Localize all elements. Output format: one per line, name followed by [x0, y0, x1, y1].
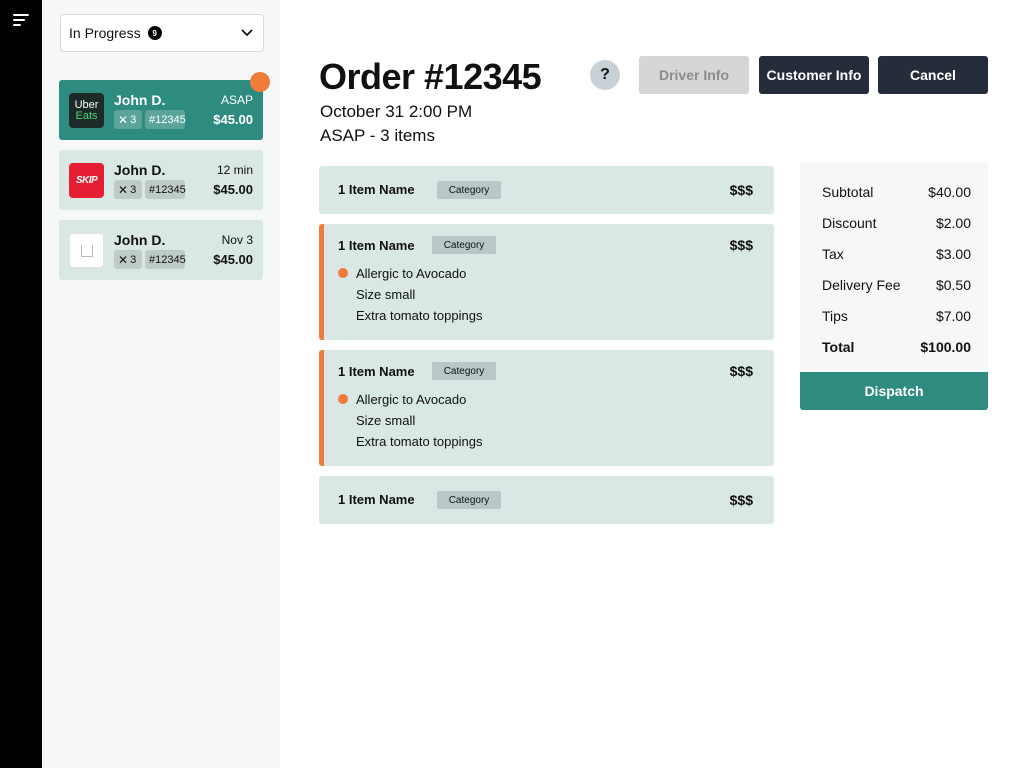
- nav-rail: [0, 0, 42, 768]
- item-modifier: Allergic to Avocado: [356, 392, 467, 407]
- new-order-indicator: [250, 72, 270, 92]
- order-item[interactable]: 1 Item Name Category $$$: [319, 476, 774, 524]
- order-card[interactable]: Uber Eats John D. ASAP ✕ 3 #12345 $45.00: [59, 72, 270, 140]
- chevron-down-icon: [241, 29, 253, 37]
- help-button[interactable]: ?: [590, 60, 620, 90]
- order-summary: ASAP - 3 items: [320, 126, 435, 145]
- uber-eats-logo-text-eats: Eats: [75, 109, 98, 122]
- orders-sidebar: In Progress 9 Uber Eats John D. ASAP ✕ 3 …: [42, 0, 280, 768]
- item-count-chip: ✕ 3: [114, 110, 142, 129]
- discount-row: Discount $2.00: [822, 215, 971, 231]
- total-value: $7.00: [935, 308, 971, 324]
- close-icon: ✕: [118, 112, 129, 127]
- total-label: Discount: [822, 215, 877, 231]
- allergy-alert-icon: [338, 268, 348, 278]
- tips-row: Tips $7.00: [822, 308, 971, 324]
- item-price: $$$: [729, 237, 753, 253]
- item-modifier: Size small: [356, 413, 416, 428]
- total-label: Tips: [822, 308, 848, 324]
- skip-logo: SKIP: [69, 163, 104, 198]
- item-name: 1 Item Name: [338, 492, 415, 507]
- order-item[interactable]: 1 Item Name Category $$$ Allergic to Avo…: [319, 350, 774, 466]
- order-item[interactable]: 1 Item Name Category $$$: [319, 166, 774, 214]
- order-time: ASAP: [220, 93, 253, 107]
- cancel-button[interactable]: Cancel: [878, 56, 988, 94]
- item-price: $$$: [729, 492, 753, 508]
- item-count-chip: ✕ 3: [114, 180, 142, 199]
- category-tag: Category: [437, 181, 501, 199]
- order-time: 12 min: [216, 163, 253, 177]
- customer-name: John D.: [114, 92, 166, 108]
- skip-logo-text: SKIP: [75, 175, 98, 186]
- total-value: $3.00: [935, 246, 971, 262]
- store-icon: [80, 244, 93, 257]
- order-totals-panel: Subtotal $40.00 Discount $2.00 Tax $3.00…: [800, 162, 988, 372]
- customer-info-button[interactable]: Customer Info: [759, 56, 869, 94]
- subtotal-row: Subtotal $40.00: [822, 184, 971, 200]
- uber-eats-logo: Uber Eats: [69, 93, 104, 128]
- item-count-chip: ✕ 3: [114, 250, 142, 269]
- order-price: $45.00: [213, 252, 253, 267]
- order-number-chip: #12345: [145, 250, 186, 269]
- total-value: $40.00: [928, 184, 971, 200]
- item-modifier: Size small: [356, 287, 416, 302]
- dispatch-button[interactable]: Dispatch: [800, 372, 988, 410]
- restaurant-logo: [69, 233, 104, 268]
- close-icon: ✕: [118, 252, 129, 267]
- total-value: $0.50: [935, 277, 971, 293]
- category-tag: Category: [437, 491, 501, 509]
- item-price: $$$: [729, 182, 753, 198]
- item-modifier: Allergic to Avocado: [356, 266, 467, 281]
- total-label: Subtotal: [822, 184, 874, 200]
- uber-eats-logo-text: Uber: [74, 98, 99, 111]
- total-value: $2.00: [935, 215, 971, 231]
- order-price: $45.00: [213, 182, 253, 197]
- order-number-chip: #12345: [145, 110, 186, 129]
- page-title: Order #12345: [319, 56, 542, 97]
- delivery-fee-row: Delivery Fee $0.50: [822, 277, 971, 293]
- item-modifier: Extra tomato toppings: [356, 308, 483, 323]
- item-name: 1 Item Name: [338, 364, 415, 379]
- customer-name: John D.: [114, 232, 166, 248]
- item-count: 3: [130, 183, 137, 196]
- item-price: $$$: [729, 363, 753, 379]
- status-filter-label: In Progress: [69, 25, 141, 41]
- driver-info-button[interactable]: Driver Info: [639, 56, 749, 94]
- order-time: Nov 3: [221, 233, 253, 247]
- order-card[interactable]: SKIP John D. 12 min ✕ 3 #12345 $45.00: [59, 150, 263, 210]
- order-price: $45.00: [213, 112, 253, 127]
- item-name: 1 Item Name: [338, 182, 415, 197]
- menu-icon[interactable]: [13, 14, 29, 28]
- tax-row: Tax $3.00: [822, 246, 971, 262]
- item-name: 1 Item Name: [338, 238, 415, 253]
- allergy-alert-icon: [338, 394, 348, 404]
- order-card[interactable]: John D. Nov 3 ✕ 3 #12345 $45.00: [59, 220, 263, 280]
- close-icon: ✕: [118, 182, 129, 197]
- item-count: 3: [130, 253, 137, 266]
- category-tag: Category: [432, 236, 496, 254]
- total-value: $100.00: [920, 339, 971, 355]
- status-filter-dropdown[interactable]: In Progress 9: [60, 14, 264, 52]
- item-modifier: Extra tomato toppings: [356, 434, 483, 449]
- status-count-badge: 9: [147, 26, 162, 40]
- category-tag: Category: [432, 362, 496, 380]
- order-number-chip: #12345: [145, 180, 186, 199]
- order-item[interactable]: 1 Item Name Category $$$ Allergic to Avo…: [319, 224, 774, 340]
- customer-name: John D.: [114, 162, 166, 178]
- total-label: Tax: [822, 246, 844, 262]
- grand-total-row: Total $100.00: [822, 339, 971, 355]
- item-count: 3: [130, 113, 137, 126]
- order-date: October 31 2:00 PM: [320, 102, 473, 121]
- total-label: Delivery Fee: [822, 277, 901, 293]
- total-label: Total: [822, 339, 855, 355]
